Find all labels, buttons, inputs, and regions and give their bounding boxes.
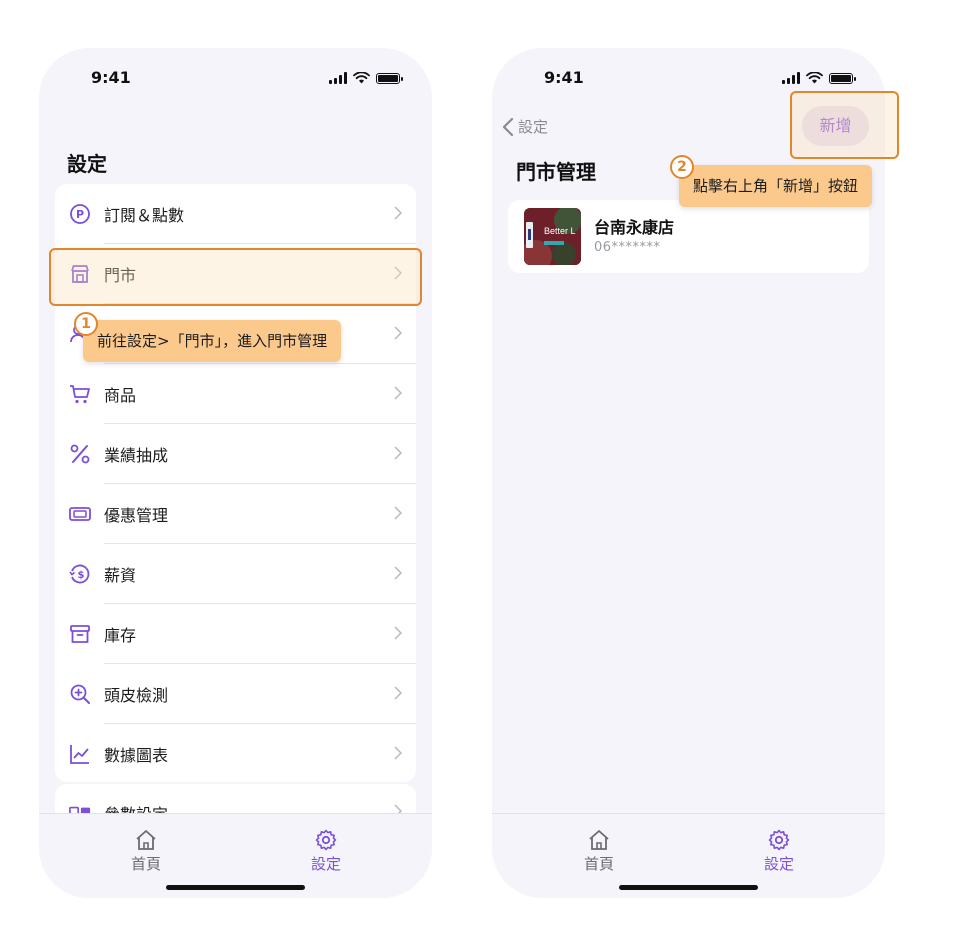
back-button[interactable]: 設定 [502,116,548,137]
menu-item-commission[interactable]: 業績抽成 [55,424,416,484]
tab-label: 設定 [310,855,341,873]
status-icons [782,72,856,84]
tab-settings[interactable]: 設定 [739,828,819,874]
menu-item-label: 業績抽成 [104,446,169,465]
highlight-add-button [790,91,899,159]
percent-icon [69,443,91,465]
status-time: 9:41 [544,68,584,87]
settings-screen: 9:41 設定 P 訂閱＆點數 門市 商品 業績抽成 優惠管理 $ 薪資 庫存 … [39,48,432,898]
points-icon: P [69,203,91,225]
status-time: 9:41 [91,68,131,87]
cart-icon [69,383,91,405]
tab-home[interactable]: 首頁 [106,828,186,874]
store-thumbnail: Better L [524,208,581,265]
step-badge-2: 2 [670,155,694,179]
gear-icon [315,829,337,851]
menu-item-label: 訂閱＆點數 [104,206,185,225]
store-phone: 06******* [594,240,661,255]
chevron-right-icon [394,506,402,520]
menu-item-charts[interactable]: 數據圖表 [55,724,416,784]
menu-item-discounts[interactable]: 優惠管理 [55,484,416,544]
tutorial-tooltip-1: 前往設定>「門市」，進入門市管理 [83,320,342,362]
svg-text:$: $ [78,570,85,581]
chevron-right-icon [394,446,402,460]
chevron-right-icon [394,206,402,220]
tab-label: 設定 [763,855,794,873]
home-indicator [619,885,758,890]
tab-label: 首頁 [130,855,161,873]
store-name: 台南永康店 [594,218,675,237]
tab-settings[interactable]: 設定 [286,828,366,874]
status-icons [329,72,403,84]
menu-item-subscription[interactable]: P 訂閱＆點數 [55,184,416,244]
battery-icon [376,72,403,84]
home-icon [136,830,156,850]
battery-icon [829,72,856,84]
menu-item-label: 商品 [104,386,137,405]
menu-item-label: 薪資 [104,566,137,585]
wifi-icon [806,72,823,84]
ticket-icon [69,503,91,525]
chevron-left-icon [502,117,514,136]
status-bar: 9:41 [39,48,432,108]
chevron-right-icon [394,626,402,640]
tutorial-tooltip-2: 點擊右上角「新增」按鈕 [679,165,873,207]
tab-home[interactable]: 首頁 [559,828,639,874]
back-label: 設定 [518,118,549,136]
svg-text:P: P [76,208,84,221]
chevron-right-icon [394,326,402,340]
home-icon [589,830,609,850]
menu-item-label: 頭皮檢測 [104,686,169,705]
menu-item-label: 庫存 [104,626,137,645]
chevron-right-icon [394,686,402,700]
cellular-signal-icon [782,72,800,84]
menu-item-salary[interactable]: $ 薪資 [55,544,416,604]
step-badge-1: 1 [74,312,98,336]
gear-icon [768,829,790,851]
menu-item-products[interactable]: 商品 [55,364,416,424]
menu-item-label: 數據圖表 [104,746,169,765]
menu-item-scalp-test[interactable]: 頭皮檢測 [55,664,416,724]
home-indicator [166,885,305,890]
tab-label: 首頁 [583,855,614,873]
chevron-right-icon [394,386,402,400]
thumbnail-text: Better L [544,226,576,236]
inventory-icon [69,623,91,645]
chart-icon [69,743,91,765]
page-title: 設定 [67,152,107,176]
scan-icon [69,683,91,705]
salary-icon: $ [69,563,91,585]
menu-item-params[interactable]: 參數設定 [55,784,416,814]
menu-item-inventory[interactable]: 庫存 [55,604,416,664]
chevron-right-icon [394,746,402,760]
page-title: 門市管理 [516,160,596,184]
store-list-item[interactable]: Better L 台南永康店 06******* [508,200,869,273]
cellular-signal-icon [329,72,347,84]
menu-item-label: 優惠管理 [104,506,169,525]
chevron-right-icon [394,566,402,580]
highlight-store-row [49,248,422,306]
wifi-icon [353,72,370,84]
